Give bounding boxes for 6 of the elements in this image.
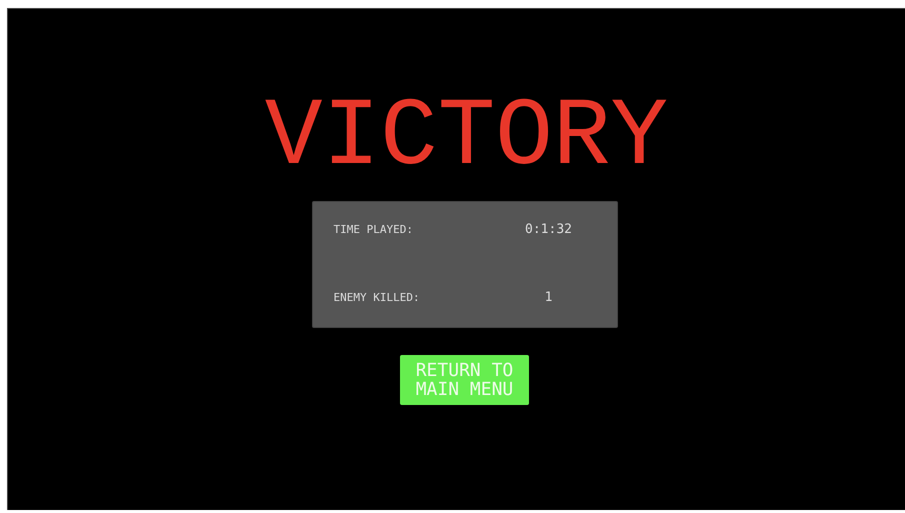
stat-value: 0:1:32 [524,222,573,237]
stat-label: ENEMY KILLED: [334,291,421,304]
stat-value: 1 [544,290,554,305]
stat-label: TIME PLAYED: [334,223,414,236]
victory-title: VICTORY [264,83,668,193]
return-to-menu-button[interactable]: RETURN TO MAIN MENU [400,355,529,405]
